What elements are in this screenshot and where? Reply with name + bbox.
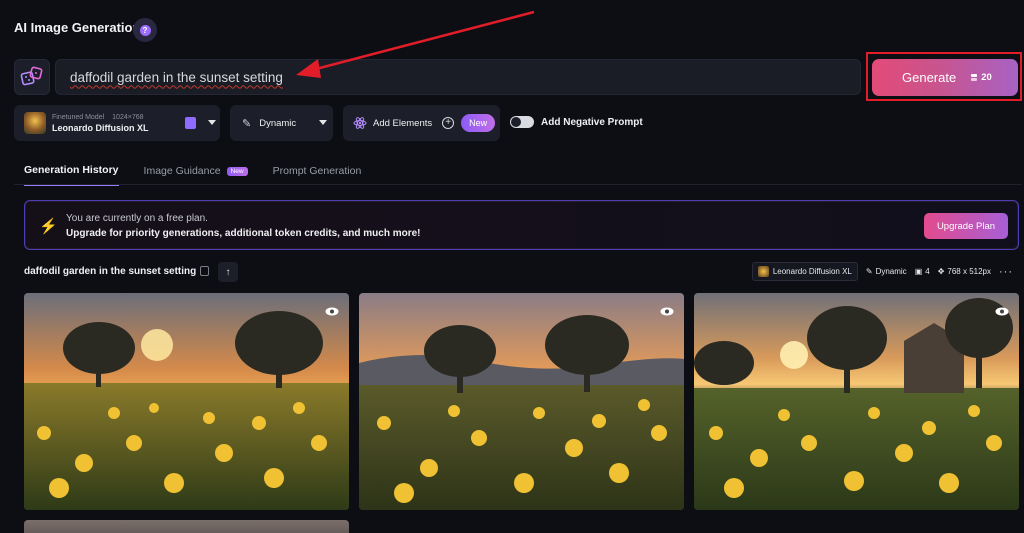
meta-count-label: 4 [925,267,930,276]
meta-size-label: 768 x 512px [947,267,991,276]
generated-image[interactable] [359,293,684,510]
chevron-down-icon [208,120,216,125]
more-options-icon[interactable]: ··· [999,266,1013,278]
meta-size: ✥ 768 x 512px [938,267,991,276]
model-chip: Leonardo Diffusion XL [751,262,858,281]
arrow-up-button[interactable]: ↑ [218,262,238,282]
dimensions-icon: ✥ [937,267,945,276]
meta-count: ▣ 4 [915,267,930,276]
document-icon[interactable] [185,117,196,129]
eye-icon[interactable] [995,307,1009,316]
tab-label: Image Guidance [143,165,221,177]
negative-prompt-toggle[interactable] [510,116,534,128]
model-selector[interactable]: Finetuned Model 1024×768 Leonardo Diffusi… [14,105,220,141]
add-elements-button[interactable]: Add Elements + New [343,105,500,141]
plus-icon: + [442,117,455,129]
banner-line-1: You are currently on a free plan. [66,213,208,224]
chevron-down-icon [319,120,327,125]
tab-label: Generation History [24,164,119,176]
model-thumbnail [757,266,769,277]
generated-image[interactable] [24,293,349,510]
negative-prompt-label: Add Negative Prompt [541,116,643,128]
tab-divider [14,184,1022,185]
new-badge: New [461,114,496,132]
upgrade-plan-button[interactable]: Upgrade Plan [924,213,1008,239]
generated-image[interactable] [694,293,1019,510]
lightning-icon: ⚡ [39,218,58,235]
model-caption: Finetuned Model [52,113,105,121]
negative-prompt-toggle-group: Add Negative Prompt [510,116,643,128]
tab-bar: Generation History Image Guidance New Pro… [24,164,386,186]
model-dimensions: 1024×768 [112,113,144,121]
model-thumbnail [24,112,46,134]
tab-label: Prompt Generation [272,165,362,177]
brush-icon: ✎ [865,267,873,276]
eye-icon[interactable] [325,307,339,316]
tab-prompt-generation[interactable]: Prompt Generation [273,165,362,185]
meta-model: Leonardo Diffusion XL [772,267,852,276]
add-elements-label: Add Elements [373,117,433,129]
atom-icon [353,117,367,129]
tab-image-guidance[interactable]: Image Guidance New [144,165,248,185]
brush-icon: ✎ [242,117,252,130]
tab-generation-history[interactable]: Generation History [24,164,119,186]
generation-meta: Leonardo Diffusion XL ✎ Dynamic ▣ 4 ✥ 768 x… [751,262,1013,281]
arrow-up-icon: ↑ [225,266,231,278]
model-name: Leonardo Diffusion XL [52,122,149,133]
new-badge: New [226,166,248,176]
generated-image-partial[interactable] [24,520,349,533]
eye-icon[interactable] [660,307,674,316]
style-selector[interactable]: ✎ Dynamic [230,105,333,141]
upgrade-banner: ⚡ You are currently on a free plan. Upgr… [24,200,1019,250]
generation-prompt: daffodil garden in the sunset setting [24,266,197,277]
banner-line-2: Upgrade for priority generations, additi… [66,228,421,239]
meta-style: ✎ Dynamic [866,267,907,276]
generation-header: daffodil garden in the sunset setting ↑ … [24,262,1019,282]
meta-style-label: Dynamic [875,267,907,276]
style-label: Dynamic [259,117,297,129]
images-icon: ▣ [914,267,923,276]
copy-icon[interactable] [200,266,209,276]
